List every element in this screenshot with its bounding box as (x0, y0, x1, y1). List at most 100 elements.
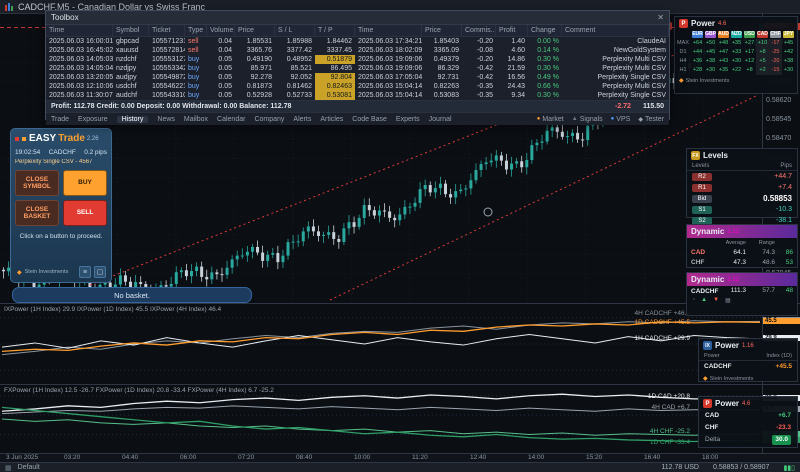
close-icon[interactable]: ✕ (657, 13, 664, 22)
history-row[interactable]: 2025.06.03 14:05:04nzdjpy105553342buy0.0… (46, 64, 669, 73)
fx-power-header[interactable]: P Power 4.6 (675, 17, 797, 30)
column-header[interactable]: Volume (207, 25, 235, 36)
dynamic-value: 53 (775, 258, 793, 268)
timeframe-label: H1 (675, 66, 691, 75)
history-row[interactable]: 2025.06.03 14:05:03nzdchf105553127buy0.0… (46, 55, 669, 64)
history-row[interactable]: 2025.06.03 16:00:01gbpcad105571231sell0.… (46, 37, 669, 46)
cell: 0.81462 (275, 82, 315, 91)
panel-menu-icon[interactable]: ≡ (79, 266, 91, 278)
currency-nzd[interactable]: NZD (731, 31, 742, 38)
down-arrow-icon[interactable]: ▼ (713, 297, 719, 304)
matrix-row: H1+28+30+35+22+8+2-15+30 (675, 66, 797, 75)
fx-levels-header[interactable]: FX Levels (687, 149, 797, 162)
cell: Perplexity Multi CSV (562, 55, 669, 64)
currency-eur[interactable]: EUR (692, 31, 703, 38)
tab-news[interactable]: News (157, 116, 175, 123)
level-row-bid: Bid0.58853 (687, 193, 797, 204)
tab-history[interactable]: History (117, 116, 149, 123)
time-label: 3 Jun 2025 (6, 454, 38, 461)
tab-alerts[interactable]: Alerts (293, 116, 311, 123)
history-row[interactable]: 2025.06.03 16:45:02xauusd105572814sell0.… (46, 46, 669, 55)
column-header[interactable]: Type (185, 25, 207, 36)
service-market[interactable]: ●Market (537, 116, 564, 123)
close-symbol-button[interactable]: CLOSE SYMBOL (15, 170, 59, 196)
sell-button[interactable]: SELL (63, 200, 107, 226)
dynamic2-version: 1.12 (727, 277, 739, 283)
candle-icon[interactable]: ▫ (693, 297, 695, 304)
fx-dynamic-header[interactable]: Dynamic 1.12 (687, 225, 797, 238)
service-signals[interactable]: ▲Signals (572, 116, 603, 123)
cell: 2025.06.03 14:05:04 (46, 64, 113, 73)
service-tester[interactable]: ◆Tester (638, 116, 664, 123)
tab-mailbox[interactable]: Mailbox (184, 116, 208, 123)
tab-code-base[interactable]: Code Base (352, 116, 387, 123)
power-value: +2 (756, 66, 769, 75)
stein-brand: ◆ Stein Investments (699, 373, 797, 384)
col-average: Average (717, 238, 746, 248)
fx-icon: FX (691, 151, 700, 160)
market-icon: ● (537, 116, 541, 122)
tab-company[interactable]: Company (254, 116, 284, 123)
tab-articles[interactable]: Articles (320, 116, 343, 123)
column-header[interactable]: S / L (275, 25, 315, 36)
service-vps[interactable]: ●VPS (611, 116, 631, 123)
currency-aud[interactable]: AUD (718, 31, 729, 38)
dynamic-toolbar: ▫ ▲ ▼ ▦ (687, 296, 797, 305)
power-matrix-rows: MAX+64+50+48+35+27+10-17+45D1+44+45+47+3… (675, 39, 797, 75)
tab-exposure[interactable]: Exposure (78, 116, 108, 123)
column-header[interactable]: Comment (562, 25, 669, 36)
pair-dynamic-panel: Dynamic 1.12 CADCHF 111.3 57.7 48 ▫ ▲ ▼ … (686, 272, 798, 316)
cell: 2025.06.03 18:02:09 (355, 46, 422, 55)
currency-jpy[interactable]: JPY (783, 31, 794, 38)
window-splitter[interactable] (0, 384, 800, 385)
toolbox-titlebar[interactable]: Toolbox ✕ (46, 11, 669, 25)
window-splitter[interactable] (0, 303, 800, 304)
tab-journal[interactable]: Journal (429, 116, 452, 123)
column-header[interactable]: T / P (315, 25, 355, 36)
currency-cad[interactable]: CAD (757, 31, 768, 38)
cell: 1.85403 (422, 37, 462, 46)
grid-icon[interactable]: ▦ (5, 464, 12, 472)
cell: 2025.06.03 14:05:03 (46, 55, 113, 64)
cell: 2025.06.03 13:20:05 (46, 73, 113, 82)
panel-collapse-icon[interactable]: ▢ (94, 266, 106, 278)
column-header[interactable]: Price (422, 25, 462, 36)
column-header[interactable]: Commis... (462, 25, 496, 36)
time-label: 08:40 (296, 454, 312, 461)
dynamic-rows: CAD64.174.386CHF47.348.653 (687, 248, 797, 268)
column-header[interactable]: Change (528, 25, 562, 36)
cell: 0.05 (207, 55, 235, 64)
connection-icon: ▮▮▯ (783, 464, 795, 472)
chart-icon[interactable]: ▦ (725, 297, 731, 304)
history-row[interactable]: 2025.06.03 12:10:06usdchf105546221buy0.0… (46, 82, 669, 91)
cell: 0.82463 (315, 82, 355, 91)
pair-dynamic-header[interactable]: Dynamic 1.12 (687, 273, 797, 286)
fx-power-bottom-header[interactable]: P Power 4.6 (699, 397, 797, 410)
currency-usd[interactable]: USD (744, 31, 755, 38)
up-arrow-icon[interactable]: ▲ (701, 297, 707, 304)
currency-gbp[interactable]: GBP (705, 31, 716, 38)
close-basket-button[interactable]: CLOSE BASKET (15, 200, 59, 226)
signals-icon: ▲ (572, 116, 578, 122)
power-value: +48 (717, 39, 730, 48)
time-axis[interactable]: 3 Jun 202503:2004:4006:0007:2008:4010:00… (0, 454, 800, 462)
profile-selector[interactable]: Default (18, 464, 40, 471)
column-header[interactable]: Time (355, 25, 422, 36)
column-header[interactable]: Time (46, 25, 113, 36)
history-row[interactable]: 2025.06.03 11:30:07audchf105543310buy0.0… (46, 91, 669, 100)
column-header[interactable]: Profit (496, 25, 528, 36)
currency-label: CAD (691, 248, 717, 258)
tab-calendar[interactable]: Calendar (217, 116, 245, 123)
history-row[interactable]: 2025.06.03 13:20:05audjpy105549872buy0.0… (46, 73, 669, 82)
column-header[interactable]: Price (235, 25, 275, 36)
tab-trade[interactable]: Trade (51, 116, 69, 123)
cell: 0.30 % (528, 91, 562, 100)
column-header[interactable]: Ticket (149, 25, 185, 36)
currency-chf[interactable]: CHF (770, 31, 781, 38)
power-value: -17 (769, 39, 782, 48)
tab-experts[interactable]: Experts (396, 116, 420, 123)
column-header[interactable]: Symbol (113, 25, 149, 36)
ix-power-header[interactable]: IX Power 1.16 (699, 339, 797, 352)
buy-button[interactable]: BUY (63, 170, 107, 196)
cell: 0.14 % (528, 46, 562, 55)
